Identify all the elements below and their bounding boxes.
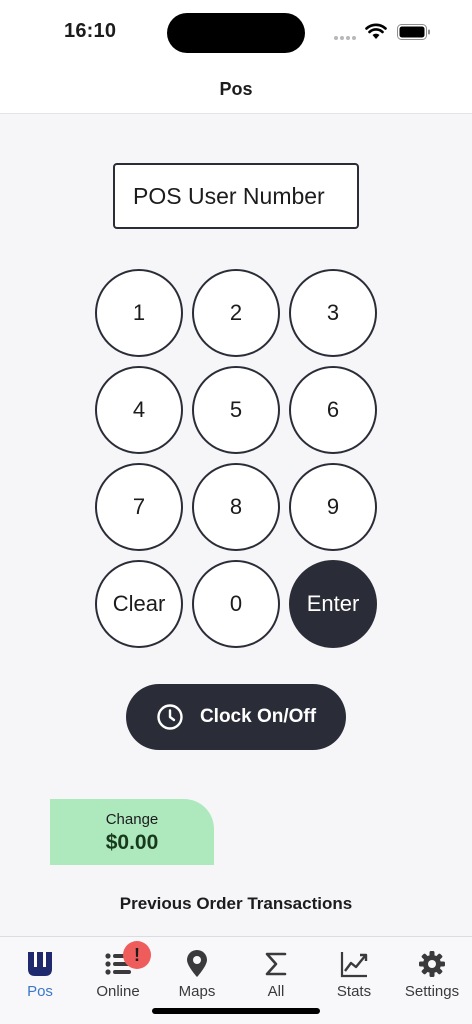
online-alert-badge: ! <box>123 941 151 969</box>
key-3[interactable]: 3 <box>289 269 377 357</box>
enter-button[interactable]: Enter <box>289 560 377 648</box>
change-label: Change <box>105 811 159 828</box>
previous-order-transactions-title: Previous Order Transactions <box>119 894 353 913</box>
key-2[interactable]: 2 <box>192 269 280 357</box>
clock-on-off-label: Clock On/Off <box>199 706 317 727</box>
navigation-bar: Pos <box>0 64 472 114</box>
battery-icon <box>397 24 430 40</box>
clock-on-off-button[interactable]: Clock On/Off <box>126 684 346 750</box>
tab-maps[interactable]: Maps <box>162 949 232 1000</box>
chart-icon <box>340 952 368 978</box>
tab-online[interactable]: ! Online <box>83 941 153 1000</box>
home-indicator <box>152 1008 320 1014</box>
clear-button[interactable]: Clear <box>95 560 183 648</box>
change-card: Change $0.00 <box>50 799 214 865</box>
tab-pos-label: Pos <box>27 983 53 1000</box>
key-1[interactable]: 1 <box>95 269 183 357</box>
status-time: 16:10 <box>64 20 117 42</box>
tab-stats-label: Stats <box>336 983 372 1000</box>
tab-all[interactable]: All <box>241 949 311 1000</box>
key-4[interactable]: 4 <box>95 366 183 454</box>
pos-user-number-input[interactable] <box>133 182 357 210</box>
gear-icon <box>419 951 445 977</box>
number-keypad: 1 2 3 4 5 6 7 8 9 Clear 0 Enter <box>95 269 377 648</box>
wifi-icon <box>365 23 387 39</box>
tab-stats[interactable]: Stats <box>319 949 389 1000</box>
tab-maps-label: Maps <box>178 983 216 1000</box>
key-8[interactable]: 8 <box>192 463 280 551</box>
tab-settings-label: Settings <box>404 983 460 1000</box>
change-amount: $0.00 <box>105 831 159 854</box>
key-5[interactable]: 5 <box>192 366 280 454</box>
page-title: Pos <box>219 79 253 99</box>
clock-icon <box>157 704 183 730</box>
pos-user-number-field[interactable] <box>113 163 359 229</box>
map-pin-icon <box>187 950 207 977</box>
cellular-signal-icon <box>334 36 356 40</box>
tab-settings[interactable]: Settings <box>397 949 467 1000</box>
tab-online-label: Online <box>96 983 140 1000</box>
key-9[interactable]: 9 <box>289 463 377 551</box>
key-6[interactable]: 6 <box>289 366 377 454</box>
tab-pos[interactable]: Pos <box>5 949 75 1000</box>
sigma-icon <box>265 952 287 976</box>
status-bar: 16:10 <box>0 0 472 64</box>
key-0[interactable]: 0 <box>192 560 280 648</box>
dynamic-island <box>167 13 305 53</box>
pos-logo-icon <box>28 952 52 976</box>
key-7[interactable]: 7 <box>95 463 183 551</box>
tab-all-label: All <box>267 983 285 1000</box>
